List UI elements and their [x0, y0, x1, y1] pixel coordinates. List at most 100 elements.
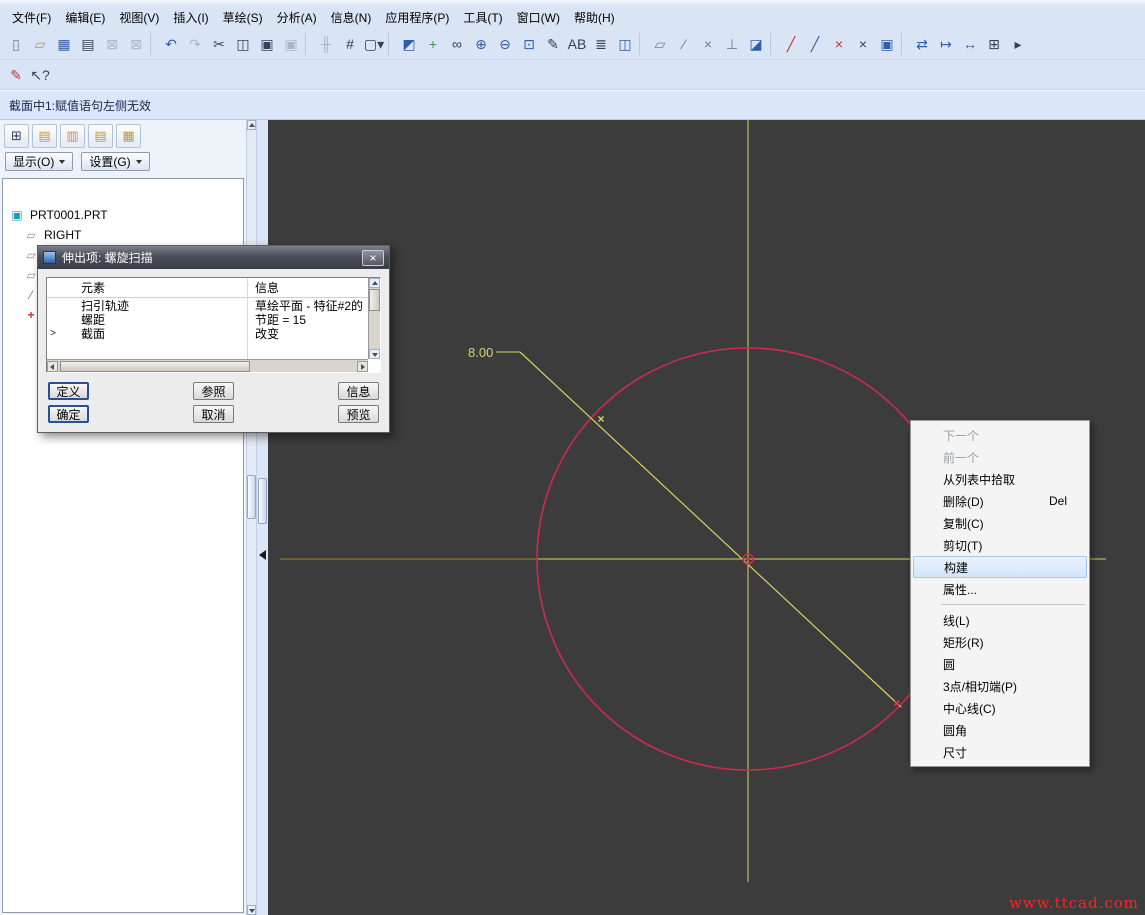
context-help-icon[interactable]: ↖?: [28, 63, 52, 87]
zoom-out-icon[interactable]: ⊖: [493, 32, 517, 56]
context-menu-item[interactable]: 下一个: [911, 424, 1089, 446]
sketcher-tool-icon[interactable]: ✎: [4, 63, 28, 87]
preview-button[interactable]: 预览: [338, 405, 379, 423]
info-button[interactable]: 信息: [338, 382, 379, 400]
context-menu-item[interactable]: 构建: [913, 556, 1087, 578]
snap-point-icon[interactable]: +: [421, 32, 445, 56]
menu-item[interactable]: 工具(T): [456, 6, 509, 29]
cancel-button[interactable]: 取消: [193, 405, 234, 423]
line-tool-icon[interactable]: ╱: [779, 32, 803, 56]
context-menu-item[interactable]: 线(L): [911, 609, 1089, 631]
collapse-panel-arrow-icon[interactable]: [259, 550, 266, 560]
coordinate-point-icon[interactable]: ×: [851, 32, 875, 56]
copy-icon[interactable]: ◫: [231, 32, 255, 56]
delete-old-versions-icon[interactable]: ⊠: [124, 32, 148, 56]
tree-filters-icon[interactable]: ▤: [88, 124, 113, 148]
scrollbar-thumb[interactable]: [247, 475, 256, 519]
context-menu-item[interactable]: 圆: [911, 653, 1089, 675]
context-menu-item[interactable]: [941, 604, 1085, 605]
datum-axis-toggle-icon[interactable]: ⁄: [672, 32, 696, 56]
table-horizontal-scrollbar[interactable]: [47, 359, 368, 372]
new-file-icon[interactable]: ▯: [4, 32, 28, 56]
scroll-up-arrow-icon[interactable]: [369, 278, 380, 288]
settings-dropdown-button[interactable]: 设置(G): [81, 152, 150, 171]
switch-dimensions-icon[interactable]: #: [338, 32, 362, 56]
spectacles-preview-icon[interactable]: ∞: [445, 32, 469, 56]
close-icon[interactable]: ×: [362, 249, 384, 266]
menu-item[interactable]: 视图(V): [112, 6, 166, 29]
rename-icon[interactable]: AB: [565, 32, 589, 56]
dialog-titlebar[interactable]: 伸出项: 螺旋扫描 ×: [38, 246, 389, 269]
menu-item[interactable]: 草绘(S): [216, 6, 270, 29]
redo-icon[interactable]: ↷: [183, 32, 207, 56]
regenerate-icon[interactable]: ╫: [314, 32, 338, 56]
context-menu-item[interactable]: 删除(D) Del: [911, 490, 1089, 512]
repaint-icon[interactable]: ✎: [541, 32, 565, 56]
point-tool-icon[interactable]: ×: [827, 32, 851, 56]
scrollbar-thumb[interactable]: [60, 361, 250, 372]
model-tree-icon[interactable]: ⊞: [4, 124, 29, 148]
layer-tree-icon[interactable]: ▥: [60, 124, 85, 148]
element-row[interactable]: > 截面 改变: [47, 326, 380, 341]
scroll-down-arrow-icon[interactable]: [247, 905, 256, 915]
context-menu-item[interactable]: 前一个: [911, 446, 1089, 468]
open-icon[interactable]: ▱: [28, 32, 52, 56]
table-vertical-scrollbar[interactable]: [368, 278, 380, 359]
menu-item[interactable]: 分析(A): [270, 6, 324, 29]
scroll-down-arrow-icon[interactable]: [369, 349, 380, 359]
zoom-in-icon[interactable]: ⊕: [469, 32, 493, 56]
reference-button[interactable]: 参照: [193, 382, 234, 400]
view-manager-icon[interactable]: ◫: [613, 32, 637, 56]
menu-item[interactable]: 应用程序(P): [378, 6, 456, 29]
menu-item[interactable]: 窗口(W): [510, 6, 567, 29]
tree-columns-icon[interactable]: ▦: [116, 124, 141, 148]
context-menu-item[interactable]: 属性...: [911, 578, 1089, 600]
grid-icon[interactable]: ⊞: [982, 32, 1006, 56]
context-menu-item[interactable]: 从列表中拾取: [911, 468, 1089, 490]
paste-icon[interactable]: ▣: [255, 32, 279, 56]
datum-plane-toggle-icon[interactable]: ▱: [648, 32, 672, 56]
select-filter-icon[interactable]: ▢▾: [362, 32, 386, 56]
splitter-handle[interactable]: [258, 478, 267, 524]
scroll-up-arrow-icon[interactable]: [247, 120, 256, 130]
context-menu-item[interactable]: 圆角: [911, 719, 1089, 741]
scrollbar-thumb[interactable]: [369, 289, 380, 311]
erase-display-icon[interactable]: ⊠: [100, 32, 124, 56]
panel-splitter[interactable]: [256, 120, 268, 915]
tree-scrollbar[interactable]: [246, 120, 256, 915]
undo-icon[interactable]: ↶: [159, 32, 183, 56]
scroll-left-arrow-icon[interactable]: [47, 361, 58, 372]
cut-icon[interactable]: ✂: [207, 32, 231, 56]
toolbar-overflow-icon[interactable]: ▸: [1006, 32, 1030, 56]
fit-width-icon[interactable]: ↦: [934, 32, 958, 56]
flip-arrows-icon[interactable]: ⇄: [910, 32, 934, 56]
dimension-tool-icon[interactable]: ↔: [958, 32, 982, 56]
context-menu-item[interactable]: 剪切(T): [911, 534, 1089, 556]
sketch-orient-icon[interactable]: ◪: [744, 32, 768, 56]
context-menu-item[interactable]: 矩形(R): [911, 631, 1089, 653]
datum-point-toggle-icon[interactable]: ×: [696, 32, 720, 56]
scroll-right-arrow-icon[interactable]: [357, 361, 368, 372]
refit-icon[interactable]: ⊡: [517, 32, 541, 56]
menu-item[interactable]: 插入(I): [166, 6, 215, 29]
print-icon[interactable]: ▤: [76, 32, 100, 56]
menu-item[interactable]: 文件(F): [5, 6, 58, 29]
paste-special-icon[interactable]: ▣: [279, 32, 303, 56]
menu-item[interactable]: 编辑(E): [58, 6, 112, 29]
ok-button[interactable]: 确定: [48, 405, 89, 423]
sketch-setup-icon[interactable]: ◩: [397, 32, 421, 56]
centerline-tool-icon[interactable]: ╱: [803, 32, 827, 56]
context-menu-item[interactable]: 3点/相切端(P): [911, 675, 1089, 697]
sketch-diagonal-line[interactable]: [519, 351, 902, 708]
menu-item[interactable]: 帮助(H): [567, 6, 622, 29]
context-menu-item[interactable]: 尺寸: [911, 741, 1089, 763]
layers-icon[interactable]: ≣: [589, 32, 613, 56]
tree-item[interactable]: ▱ RIGHT: [3, 225, 243, 245]
show-dropdown-button[interactable]: 显示(O): [5, 152, 74, 171]
save-icon[interactable]: ▦: [52, 32, 76, 56]
menu-item[interactable]: 信息(N): [324, 6, 379, 29]
show-list-icon[interactable]: ▤: [32, 124, 57, 148]
use-edge-icon[interactable]: ▣: [875, 32, 899, 56]
context-menu-item[interactable]: 复制(C): [911, 512, 1089, 534]
context-menu-item[interactable]: 中心线(C): [911, 697, 1089, 719]
